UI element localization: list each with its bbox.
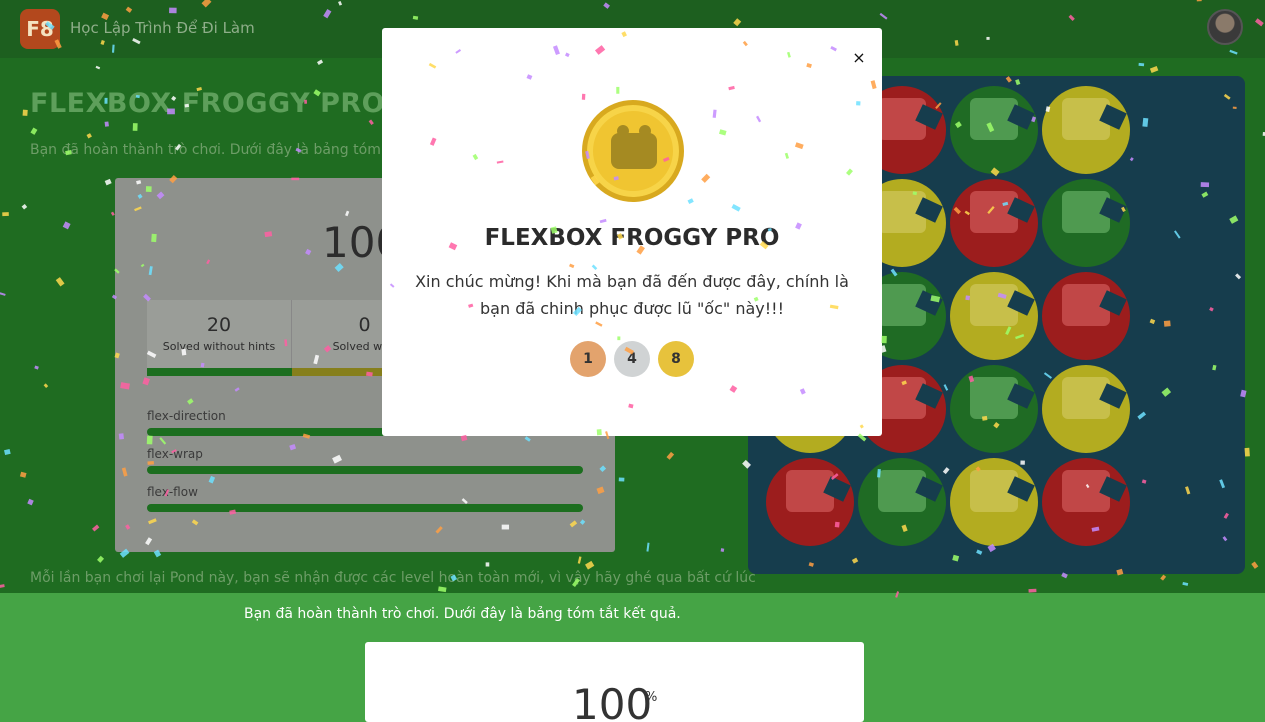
- medal-row: 148: [382, 341, 882, 377]
- modal-message: Xin chúc mừng! Khi mà bạn đã đến được đâ…: [415, 272, 849, 318]
- gold-coin-icon: [582, 100, 684, 202]
- close-button[interactable]: ×: [850, 48, 868, 67]
- frog-icon: [611, 125, 657, 169]
- medal-badge: 1: [570, 341, 606, 377]
- completion-modal: × FLEXBOX FROGGY PRO Xin chúc mừng! Khi …: [382, 28, 882, 436]
- modal-title: FLEXBOX FROGGY PRO: [484, 225, 780, 251]
- results-percent: 100: [572, 680, 653, 722]
- medal-badge: 8: [658, 341, 694, 377]
- results-percent-sign: %: [645, 690, 658, 705]
- medal-badge: 4: [614, 341, 650, 377]
- results-band-text: Bạn đã hoàn thành trò chơi. Dưới đây là …: [244, 606, 681, 622]
